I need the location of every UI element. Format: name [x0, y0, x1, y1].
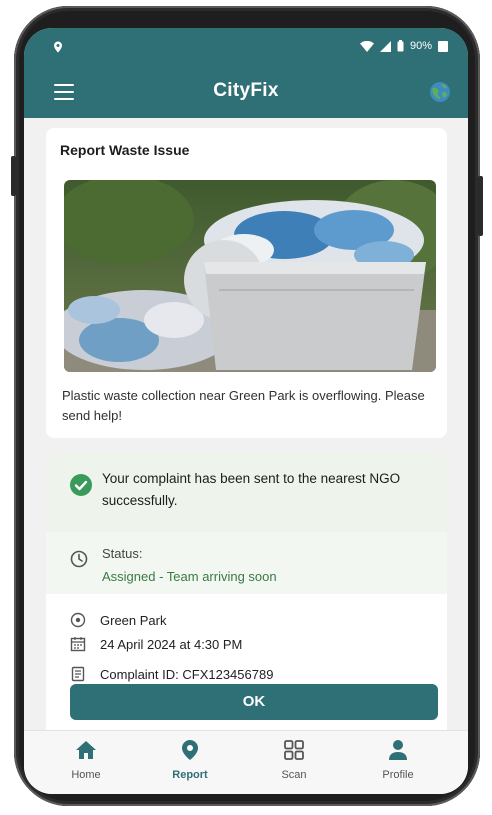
report-description: Plastic waste collection near Green Park… [62, 388, 425, 423]
grid-icon [284, 740, 304, 760]
location-row: Green Park [70, 612, 166, 628]
confirmation-card: Your complaint has been sent to the near… [46, 452, 447, 742]
document-icon [71, 666, 85, 682]
success-message: Your complaint has been sent to the near… [102, 471, 401, 508]
status-bar: 90% [24, 28, 468, 66]
complaint-id-row: Complaint ID: CFX123456789 [70, 666, 273, 682]
status-label: Status: [102, 546, 143, 561]
nav-item-report[interactable]: Report [150, 739, 230, 781]
waste-photo [64, 180, 436, 372]
success-banner: Your complaint has been sent to the near… [46, 452, 447, 532]
status-block: Status: Assigned - Team arriving soon [46, 532, 447, 594]
nav-label-scan: Scan [281, 769, 307, 781]
status-value: Assigned - Team arriving soon [102, 569, 277, 584]
power-button [478, 176, 483, 236]
location-pin-icon [182, 740, 198, 760]
nav-item-profile[interactable]: Profile [358, 739, 438, 781]
volume-button [11, 156, 16, 196]
nav-label-home: Home [71, 769, 101, 781]
clock-icon [70, 550, 88, 568]
app-bar: CityFix [24, 72, 468, 114]
nav-label-report: Report [172, 769, 208, 781]
complaint-id-text: Complaint ID: CFX123456789 [100, 666, 274, 682]
screen: 90% CityFix Report Waste Issue Plastic w… [24, 28, 468, 794]
wifi-icon [359, 40, 374, 52]
nav-item-scan[interactable]: Scan [254, 739, 334, 781]
ok-button[interactable]: OK [70, 684, 438, 720]
battery-icon [438, 41, 448, 52]
calendar-icon [70, 637, 86, 652]
nav-label-profile: Profile [382, 769, 414, 781]
signal-icon [379, 40, 391, 52]
location-pin-icon [70, 612, 86, 628]
battery-percent: 90% [409, 40, 432, 52]
report-card-title: Report Waste Issue [60, 142, 190, 158]
check-circle-icon [70, 474, 92, 496]
person-icon [389, 740, 407, 760]
datetime-row: 24 April 2024 at 4:30 PM [70, 636, 242, 652]
globe-icon[interactable] [428, 80, 452, 104]
status-icons: 90% [359, 40, 448, 52]
bottom-nav: Home Report Scan Profile [24, 730, 468, 794]
datetime-text: 24 April 2024 at 4:30 PM [100, 636, 243, 652]
app-header: 90% CityFix [24, 28, 468, 118]
location-text: Green Park [100, 612, 167, 628]
battery-small-icon [397, 40, 404, 52]
app-title: CityFix [213, 80, 279, 101]
nav-item-home[interactable]: Home [46, 739, 126, 781]
home-icon [76, 741, 96, 759]
report-card: Report Waste Issue Plastic waste collect… [46, 128, 447, 438]
location-icon [54, 41, 62, 53]
